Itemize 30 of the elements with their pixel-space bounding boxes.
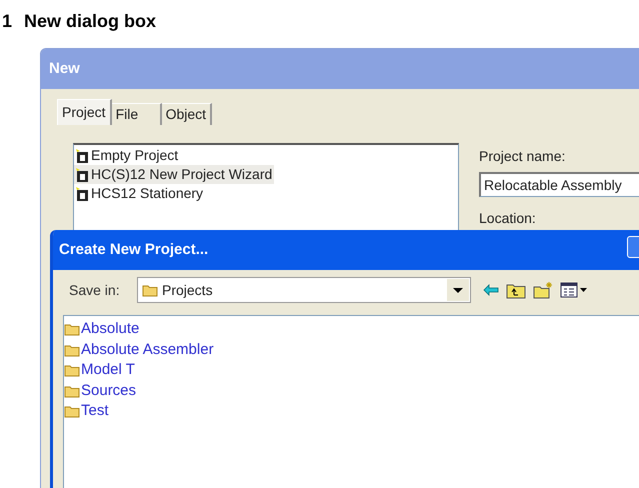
template-item[interactable]: HC(S)12 New Project Wizard: [74, 165, 274, 184]
template-item[interactable]: Empty Project: [74, 146, 180, 165]
folder-icon: [142, 283, 158, 297]
view-menu-icon[interactable]: [560, 282, 588, 298]
tab[interactable]: Project: [57, 99, 112, 125]
folder-icon: [64, 404, 80, 418]
template-item[interactable]: HCS12 Stationery: [74, 184, 206, 203]
field-label: Project name:: [479, 147, 566, 166]
folder-icon: [64, 342, 80, 357]
field-label: Location:: [479, 210, 537, 226]
tab[interactable]: File: [112, 103, 162, 125]
back-arrow-icon[interactable]: [483, 284, 499, 296]
tab[interactable]: Object: [162, 103, 212, 125]
folder-item[interactable]: Test: [64, 401, 109, 422]
folder-item[interactable]: Model T: [64, 360, 135, 380]
window-title: New: [49, 58, 80, 79]
folder-item[interactable]: Absolute Assembler: [64, 340, 214, 360]
folder-icon: [64, 363, 80, 378]
folder-icon: [64, 322, 80, 336]
project-name-field[interactable]: Relocatable Assembly: [479, 172, 639, 197]
figure-number: 1: [2, 10, 12, 33]
folder-item[interactable]: Sources: [64, 380, 136, 401]
figure-caption: New dialog box: [24, 10, 156, 33]
new-folder-icon[interactable]: [533, 281, 553, 299]
save-in-dropdown[interactable]: Projects: [137, 277, 471, 303]
field-label: Save in:: [69, 280, 121, 300]
project-icon: [74, 166, 90, 182]
folder-item[interactable]: Absolute: [64, 319, 140, 340]
window-title: Create New Project...: [59, 240, 208, 260]
folder-icon: [64, 384, 80, 398]
